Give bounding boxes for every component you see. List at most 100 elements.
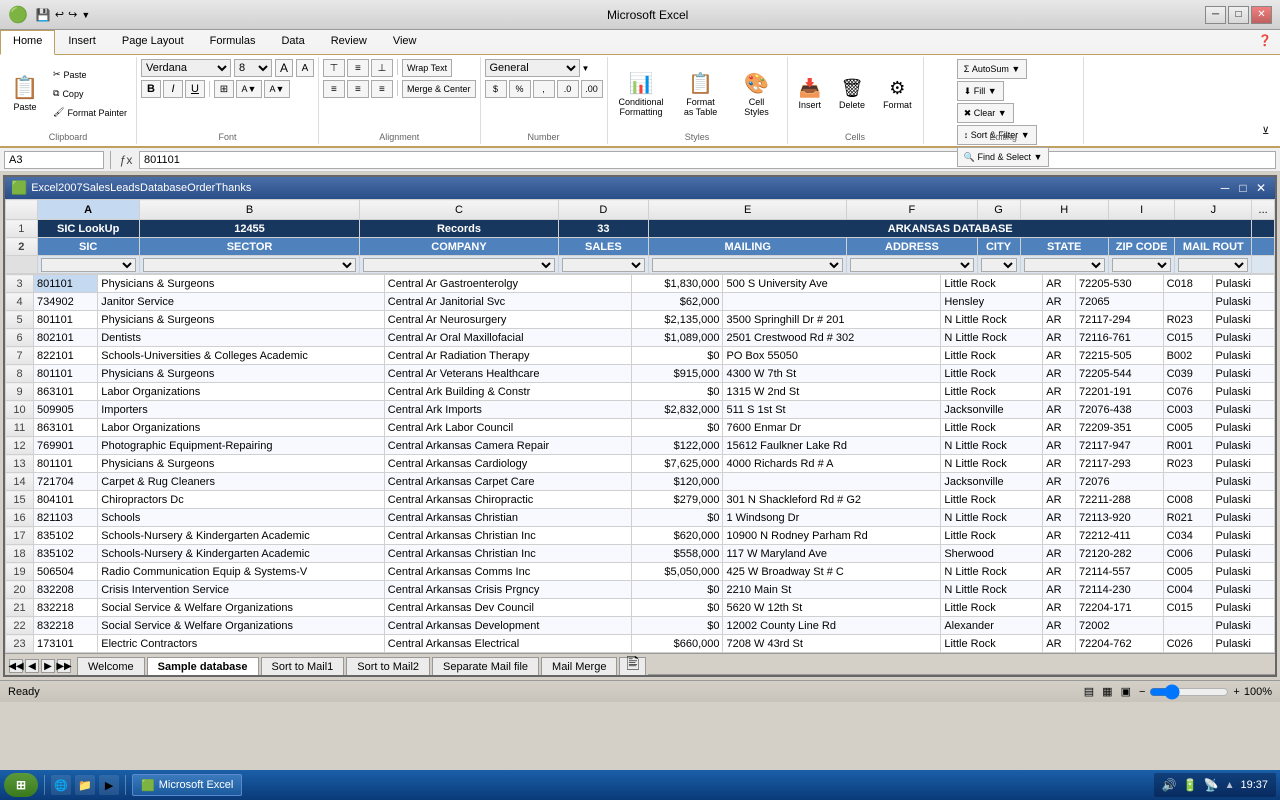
sheet-tab-welcome[interactable]: Welcome xyxy=(77,657,145,675)
cell-county[interactable]: Pulaski xyxy=(1212,365,1274,383)
cell-sales[interactable]: $62,000 xyxy=(632,293,723,311)
delete-button[interactable]: 🗑 Delete xyxy=(832,64,872,124)
cell-address[interactable]: 5620 W 12th St xyxy=(723,599,941,617)
filter-select-a[interactable] xyxy=(41,258,136,272)
col-header-c[interactable]: C xyxy=(360,200,558,220)
cell-company[interactable]: Central Ar Oral Maxillofacial xyxy=(384,329,631,347)
cell-city[interactable]: Hensley xyxy=(941,293,1043,311)
cell-sector[interactable]: Physicians & Surgeons xyxy=(98,365,385,383)
find-select-button[interactable]: 🔍 Find & Select ▼ xyxy=(957,147,1050,167)
cell-mail[interactable]: C004 xyxy=(1163,581,1212,599)
cell-state[interactable]: AR xyxy=(1043,455,1076,473)
cell-county[interactable]: Pulaski xyxy=(1212,545,1274,563)
sheet-tab-mailmerge[interactable]: Mail Merge xyxy=(541,657,617,675)
header-state[interactable]: STATE xyxy=(1020,238,1108,256)
cell-sales[interactable]: $279,000 xyxy=(632,491,723,509)
cell-mail[interactable]: C003 xyxy=(1163,401,1212,419)
cell-mail[interactable]: C026 xyxy=(1163,635,1212,653)
cell-county[interactable]: Pulaski xyxy=(1212,635,1274,653)
bold-button[interactable]: B xyxy=(141,80,161,98)
comma-button[interactable]: , xyxy=(533,80,555,98)
cell-address[interactable]: 500 S University Ave xyxy=(723,275,941,293)
cell-mail[interactable] xyxy=(1163,617,1212,635)
cell-company[interactable]: Central Arkansas Dev Council xyxy=(384,599,631,617)
cell-sales[interactable]: $0 xyxy=(632,581,723,599)
filter-a[interactable] xyxy=(37,256,139,274)
cell-address[interactable]: 301 N Shackleford Rd # G2 xyxy=(723,491,941,509)
clear-button[interactable]: ✖ Clear ▼ xyxy=(957,103,1014,123)
cell-sic[interactable]: 801101 xyxy=(34,275,98,293)
cell-address[interactable]: 1 Windsong Dr xyxy=(723,509,941,527)
sheet-nav-last[interactable]: ▶▶ xyxy=(57,659,71,673)
tab-page-layout[interactable]: Page Layout xyxy=(109,30,197,54)
header-sales[interactable]: SALES xyxy=(558,238,649,256)
cell-sector[interactable]: Labor Organizations xyxy=(98,383,385,401)
cell-state[interactable]: AR xyxy=(1043,527,1076,545)
cell-address[interactable]: 15612 Faulkner Lake Rd xyxy=(723,437,941,455)
cell-sic[interactable]: 835102 xyxy=(34,527,98,545)
cell-company[interactable]: Central Arkansas Cardiology xyxy=(384,455,631,473)
cell-d1[interactable]: 33 xyxy=(558,220,649,238)
cell-mail[interactable]: C039 xyxy=(1163,365,1212,383)
cell-city[interactable]: N Little Rock xyxy=(941,455,1043,473)
cell-mail[interactable]: C034 xyxy=(1163,527,1212,545)
cell-sales[interactable]: $0 xyxy=(632,383,723,401)
spreadsheet-restore-button[interactable]: □ xyxy=(1235,181,1251,195)
col-header-k[interactable]: ... xyxy=(1252,200,1275,220)
cell-city[interactable]: N Little Rock xyxy=(941,581,1043,599)
filter-select-d[interactable] xyxy=(562,258,646,272)
font-color-button[interactable]: A▼ xyxy=(264,80,290,98)
filter-select-j[interactable] xyxy=(1178,258,1248,272)
col-header-d[interactable]: D xyxy=(558,200,649,220)
filter-select-b[interactable] xyxy=(143,258,357,272)
cell-county[interactable]: Pulaski xyxy=(1212,563,1274,581)
cell-address[interactable] xyxy=(723,293,941,311)
view-preview-button[interactable]: ▣ xyxy=(1121,685,1131,698)
cell-sector[interactable]: Dentists xyxy=(98,329,385,347)
accounting-button[interactable]: $ xyxy=(485,80,507,98)
cell-styles-button[interactable]: 🎨 CellStyles xyxy=(731,64,783,124)
cell-address[interactable]: 3500 Springhill Dr # 201 xyxy=(723,311,941,329)
cell-city[interactable]: Little Rock xyxy=(941,347,1043,365)
cell-state[interactable]: AR xyxy=(1043,581,1076,599)
col-header-b[interactable]: B xyxy=(139,200,360,220)
cell-state[interactable]: AR xyxy=(1043,617,1076,635)
header-sector[interactable]: SECTOR xyxy=(139,238,360,256)
cell-sales[interactable]: $660,000 xyxy=(632,635,723,653)
paste-button[interactable]: 📋 Paste xyxy=(4,64,46,124)
percent-button[interactable]: % xyxy=(509,80,531,98)
cell-sic[interactable]: 801101 xyxy=(34,311,98,329)
cell-mail[interactable]: R023 xyxy=(1163,455,1212,473)
cell-mail[interactable]: R021 xyxy=(1163,509,1212,527)
cell-sales[interactable]: $1,830,000 xyxy=(632,275,723,293)
taskbar-excel-item[interactable]: 🟩 Microsoft Excel xyxy=(132,774,242,796)
tray-icon-1[interactable]: 🔊 xyxy=(1162,778,1177,792)
filter-d[interactable] xyxy=(558,256,649,274)
col-header-j[interactable]: J xyxy=(1175,200,1252,220)
qat-undo[interactable]: ↩ xyxy=(55,8,64,21)
cell-city[interactable]: Little Rock xyxy=(941,635,1043,653)
increase-decimal-button[interactable]: .0 xyxy=(557,80,579,98)
header-city[interactable]: CITY xyxy=(977,238,1020,256)
cell-sales[interactable]: $0 xyxy=(632,599,723,617)
cell-zip[interactable]: 72212-411 xyxy=(1076,527,1164,545)
cell-state[interactable]: AR xyxy=(1043,473,1076,491)
conditional-formatting-button[interactable]: 📊 ConditionalFormatting xyxy=(612,64,671,124)
cell-company[interactable]: Central Ar Radiation Therapy xyxy=(384,347,631,365)
cell-sector[interactable]: Physicians & Surgeons xyxy=(98,311,385,329)
header-sic[interactable]: SIC xyxy=(37,238,139,256)
filter-c[interactable] xyxy=(360,256,558,274)
cell-state[interactable]: AR xyxy=(1043,275,1076,293)
cell-sector[interactable]: Schools-Nursery & Kindergarten Academic xyxy=(98,527,385,545)
cell-company[interactable]: Central Arkansas Chiropractic xyxy=(384,491,631,509)
cell-city[interactable]: Little Rock xyxy=(941,527,1043,545)
cell-sales[interactable]: $120,000 xyxy=(632,473,723,491)
font-shrink-button[interactable]: A xyxy=(296,59,314,77)
cell-address[interactable]: PO Box 55050 xyxy=(723,347,941,365)
cell-county[interactable]: Pulaski xyxy=(1212,491,1274,509)
tab-review[interactable]: Review xyxy=(318,30,380,54)
cell-company[interactable]: Central Arkansas Carpet Care xyxy=(384,473,631,491)
cell-sector[interactable]: Social Service & Welfare Organizations xyxy=(98,617,385,635)
filter-select-g[interactable] xyxy=(981,258,1017,272)
start-button[interactable]: ⊞ xyxy=(4,773,38,797)
